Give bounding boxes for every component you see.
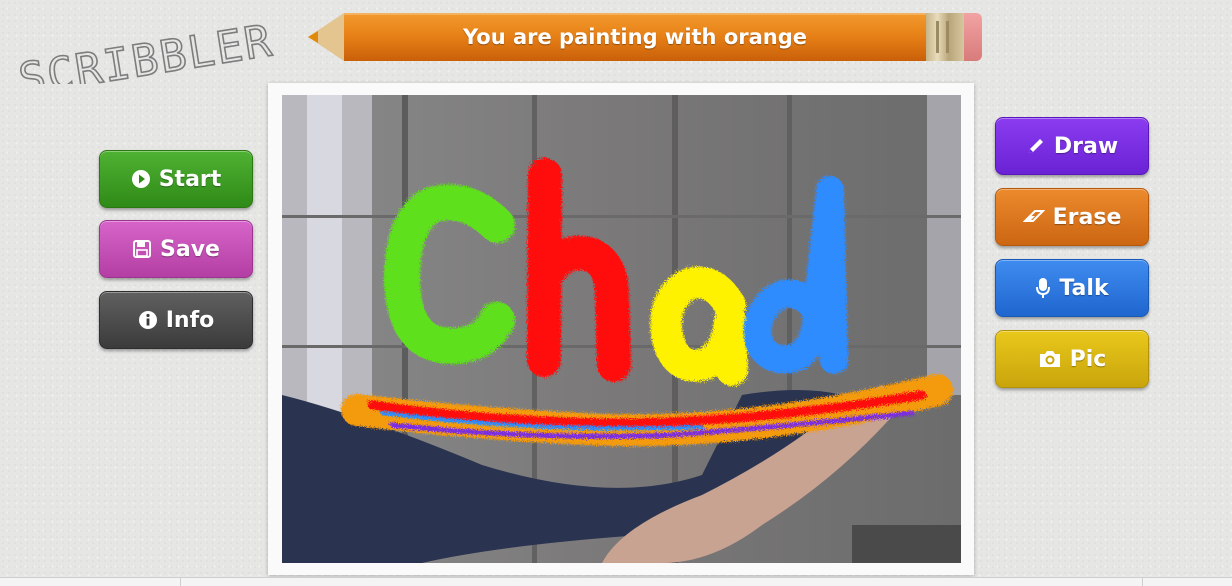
camera-icon [1038, 349, 1062, 369]
save-button-label: Save [160, 236, 220, 262]
start-button-label: Start [158, 166, 222, 192]
start-button[interactable]: Start [99, 150, 253, 208]
draw-button-label: Draw [1053, 133, 1119, 159]
canvas-frame [268, 83, 974, 575]
pencil-ferrule [926, 13, 964, 61]
pencil-icon [1026, 136, 1046, 156]
microphone-icon [1035, 277, 1051, 299]
erase-button-label: Erase [1052, 204, 1122, 230]
draw-button[interactable]: Draw [995, 117, 1149, 175]
scribbler-logo: SCRIBBLER [15, 15, 278, 84]
talk-button[interactable]: Talk [995, 259, 1149, 317]
eraser-icon [1022, 208, 1045, 226]
talk-button-label: Talk [1059, 275, 1109, 301]
color-status-pencil: You are painting with orange [308, 13, 982, 61]
erase-button[interactable]: Erase [995, 188, 1149, 246]
pencil-eraser [964, 13, 982, 61]
webcam-feed [282, 95, 961, 563]
info-button-label: Info [165, 307, 215, 333]
pic-button[interactable]: Pic [995, 330, 1149, 388]
color-status-text: You are painting with orange [344, 13, 926, 61]
info-button[interactable]: Info [99, 291, 253, 349]
drawing-canvas[interactable] [282, 95, 961, 563]
info-circle-icon [138, 310, 158, 330]
pencil-lead [308, 31, 318, 43]
save-button[interactable]: Save [99, 220, 253, 278]
logo-text: SCRIBBLER [15, 15, 276, 84]
pic-button-label: Pic [1069, 346, 1107, 372]
floppy-disk-icon [132, 239, 152, 259]
play-circle-icon [131, 169, 151, 189]
